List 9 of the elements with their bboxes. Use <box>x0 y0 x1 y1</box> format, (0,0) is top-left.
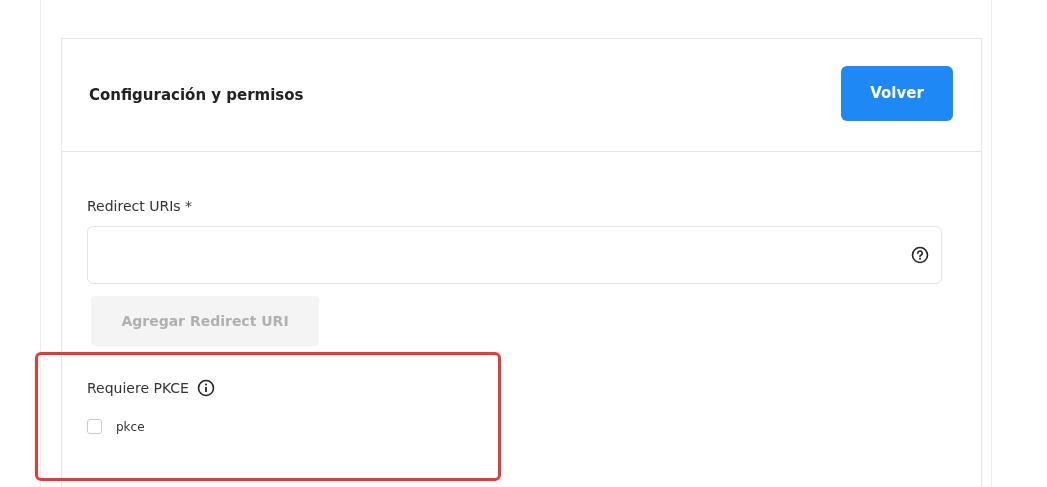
help-icon[interactable] <box>911 246 929 264</box>
card-title: Configuración y permisos <box>89 86 304 104</box>
pkce-label: Requiere PKCE <box>87 380 189 396</box>
info-icon[interactable] <box>196 379 215 397</box>
redirect-uri-field[interactable] <box>87 226 942 284</box>
checkbox[interactable] <box>87 419 102 434</box>
back-button[interactable]: Volver <box>841 65 953 121</box>
checkbox-label: pkce <box>116 419 145 434</box>
field-label: Redirect URIs * <box>87 198 194 214</box>
